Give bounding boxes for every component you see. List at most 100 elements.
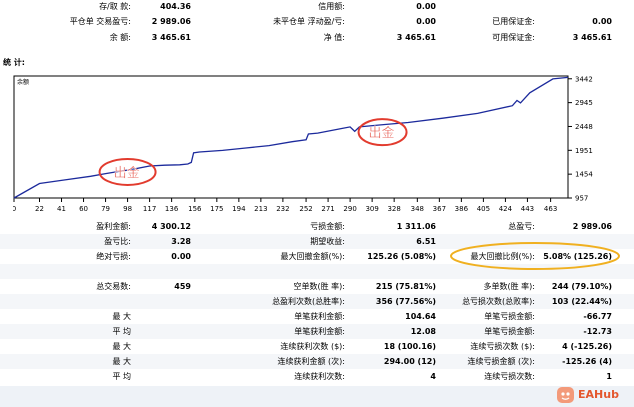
stats-label: 最 大 <box>112 357 131 366</box>
legend-label: 余额 <box>17 78 29 86</box>
stats-value: 4 <box>430 372 436 381</box>
balance-chart: 957 1454 1951 2448 2945 3442 0 22 41 60 79 98 117 136… <box>13 75 617 215</box>
stats-label: 平 均 <box>112 372 131 381</box>
stats-label: 连续获利次数 ($): <box>280 342 345 351</box>
y-tick-label: 957 <box>575 195 588 203</box>
chart-plot-area <box>13 75 569 199</box>
eahub-brand-text: EAHub <box>578 388 619 401</box>
withdrawal-annotation-text: 出金 <box>369 125 395 141</box>
stats-label: 单笔亏损金额: <box>484 312 535 321</box>
x-tick-label: 309 <box>365 205 378 213</box>
stats-label: 最大回撤比例(%): <box>470 252 535 261</box>
stats-label: 连续亏损次数 ($): <box>470 342 535 351</box>
stats-value: 356 (77.56%) <box>375 297 436 306</box>
stats-row-background <box>0 264 634 279</box>
y-tick-label: 1951 <box>575 147 593 155</box>
stats-value: 4 (-125.26) <box>562 342 612 351</box>
stats-label: 总交易数: <box>96 282 131 291</box>
x-tick-label: 232 <box>276 205 289 213</box>
stats-value: 125.26 (5.08%) <box>367 252 436 261</box>
x-tick-label: 386 <box>455 205 469 213</box>
x-tick-label: 194 <box>232 205 246 213</box>
x-tick-label: 79 <box>101 205 110 213</box>
closed-pl-value: 2 989.06 <box>151 17 191 26</box>
x-tick-label: 98 <box>123 205 132 213</box>
stats-value: 1 <box>606 372 612 381</box>
stats-value: 0.00 <box>171 252 191 261</box>
x-tick-label: 424 <box>499 205 513 213</box>
stats-label: 期望收益: <box>310 237 345 246</box>
x-tick-label: 328 <box>387 205 400 213</box>
stats-label: 连续亏损次数: <box>484 372 535 381</box>
stats-value: 215 (75.81%) <box>375 282 436 291</box>
x-tick-label: 60 <box>79 205 88 213</box>
y-tick-label: 2448 <box>575 123 593 131</box>
stats-label: 盈亏比: <box>104 237 131 246</box>
x-tick-label: 136 <box>165 205 179 213</box>
free-margin-label: 可用保证金: <box>492 33 535 42</box>
stats-value: 12.08 <box>410 327 436 336</box>
stats-value: 294.00 (12) <box>383 357 436 366</box>
stats-label: 多单数(胜 率): <box>483 282 535 291</box>
stats-label: 单笔获利金额: <box>294 312 345 321</box>
x-tick-label: 41 <box>57 205 66 213</box>
stats-value: 4 300.12 <box>151 222 191 231</box>
stats-label: 最大回撤金额(%): <box>280 252 345 261</box>
stats-value: 2 989.06 <box>572 222 612 231</box>
stats-value: 244 (79.10%) <box>551 282 612 291</box>
stats-label: 最 大 <box>112 312 131 321</box>
deposit-value: 404.36 <box>160 2 191 11</box>
x-tick-label: 348 <box>411 205 424 213</box>
floating-pl-label: 未平仓单 浮动盈/亏: <box>273 17 345 26</box>
free-margin-value: 3 465.61 <box>572 33 612 42</box>
stats-value: 1 311.06 <box>396 222 436 231</box>
x-tick-label: 252 <box>299 205 312 213</box>
x-tick-label: 175 <box>210 205 223 213</box>
withdrawal-annotation-text: 出金 <box>114 165 140 181</box>
x-tick-label: 22 <box>35 205 44 213</box>
balance-label: 余 额: <box>109 33 131 42</box>
footer-band <box>0 386 634 407</box>
credit-label: 信用额: <box>318 2 345 11</box>
deposit-label: 存/取 款: <box>99 2 131 11</box>
balance-value: 3 465.61 <box>151 33 191 42</box>
stats-label: 总亏损次数(总败率): <box>462 297 535 306</box>
stats-value: 6.51 <box>416 237 436 246</box>
stats-value: 103 (22.44%) <box>551 297 612 306</box>
stats-value: 459 <box>174 282 191 291</box>
stats-value: 3.28 <box>171 237 191 246</box>
stats-label: 连续获利次数: <box>294 372 345 381</box>
stats-value: 5.08% (125.26) <box>543 252 612 261</box>
used-margin-value: 0.00 <box>592 17 612 26</box>
x-tick-label: 367 <box>433 205 446 213</box>
credit-value: 0.00 <box>416 2 436 11</box>
stats-value: 18 (100.16) <box>383 342 436 351</box>
stats-label: 总盈亏: <box>508 222 535 231</box>
x-tick-label: 213 <box>254 205 267 213</box>
balance-chart-svg: 957 1454 1951 2448 2945 3442 0 22 41 60 79 98 117 136… <box>13 75 593 213</box>
x-tick-label: 117 <box>143 205 156 213</box>
stats-value: -125.26 (4) <box>562 357 612 366</box>
floating-pl-value: 0.00 <box>416 17 436 26</box>
eahub-watermark: EAHub <box>556 385 632 405</box>
stats-label: 单笔获利金额: <box>294 327 345 336</box>
stats-label: 绝对亏损: <box>96 252 131 261</box>
stats-section-title: 统 计: <box>3 58 25 67</box>
x-tick-label: 290 <box>343 205 356 213</box>
stats-value: -12.73 <box>583 327 612 336</box>
x-tick-label: 443 <box>521 205 534 213</box>
used-margin-label: 已用保证金: <box>492 17 535 26</box>
stats-label: 连续亏损金额 (次): <box>467 357 535 366</box>
stats-label: 总盈利次数(总胜率): <box>272 297 345 306</box>
stats-label: 亏损金额: <box>310 222 345 231</box>
x-tick-label: 0 <box>13 205 16 213</box>
eahub-logo-icon <box>557 387 574 403</box>
y-tick-label: 2945 <box>575 99 593 107</box>
x-tick-label: 156 <box>188 205 202 213</box>
stats-value: -66.77 <box>583 312 612 321</box>
closed-pl-label: 平仓单 交易盈亏: <box>69 17 131 26</box>
y-tick-label: 3442 <box>575 75 593 83</box>
x-tick-label: 463 <box>544 205 557 213</box>
x-tick-label: 405 <box>477 205 490 213</box>
x-tick-label: 271 <box>321 205 334 213</box>
